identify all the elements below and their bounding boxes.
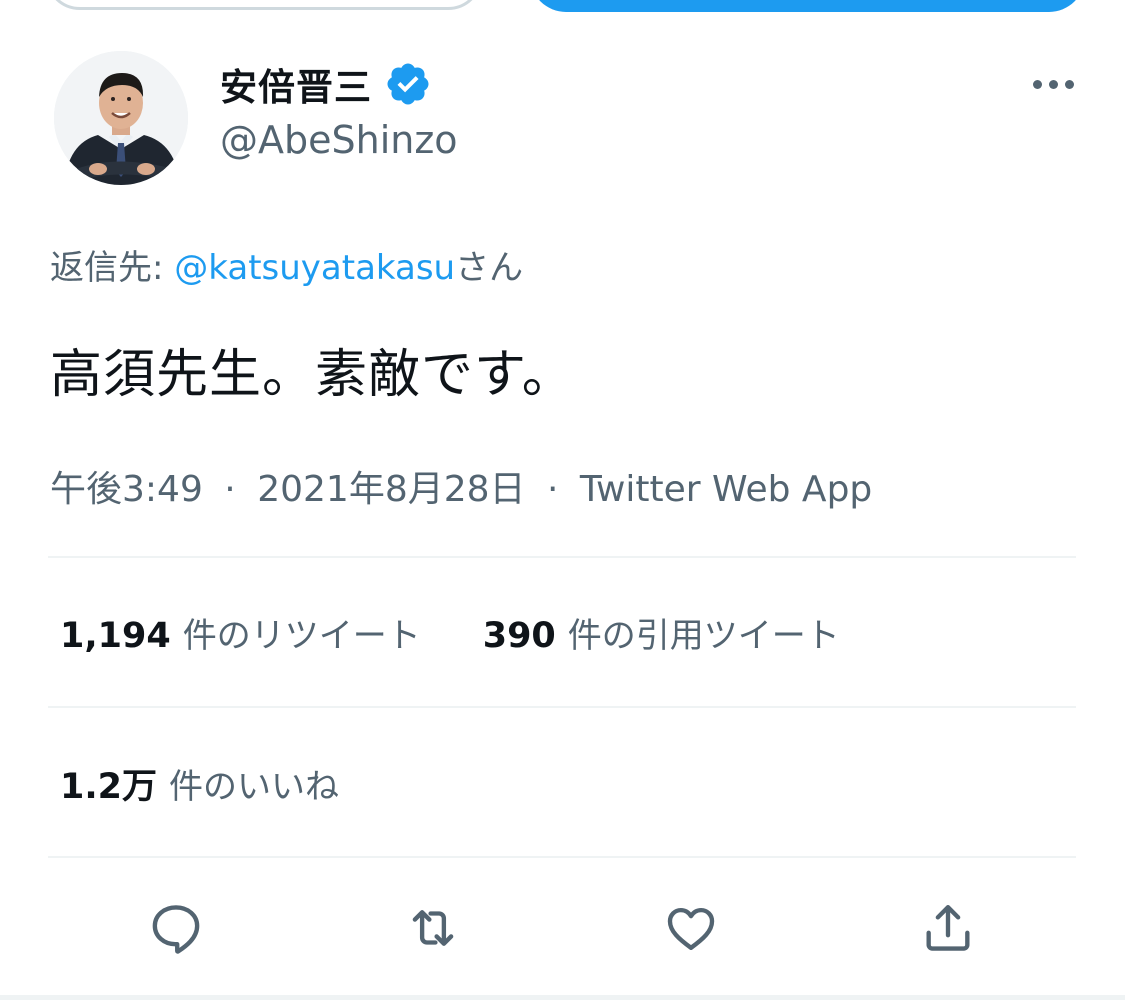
like-button[interactable] [658, 895, 724, 961]
tweet-text: 高須先生。素敵です。 [50, 345, 575, 405]
tweet-source[interactable]: Twitter Web App [580, 469, 872, 510]
retweets-stat[interactable]: 1,194 件のリツイート [60, 608, 421, 657]
meta-separator: · [547, 469, 559, 510]
divider [48, 556, 1076, 558]
reply-icon [152, 905, 200, 954]
top-primary-button[interactable] [530, 0, 1085, 12]
tweet-date[interactable]: 2021年8月28日 [257, 469, 525, 510]
author-handle[interactable]: @AbeShinzo [220, 118, 458, 162]
reply-suffix: さん [455, 248, 524, 288]
avatar[interactable] [54, 51, 188, 185]
tweet-action-bar [0, 895, 1125, 965]
tweet-time[interactable]: 午後3:49 [50, 469, 203, 510]
top-outline-button[interactable] [45, 0, 483, 10]
like-icon [667, 907, 715, 950]
divider [48, 856, 1076, 858]
more-horizontal-icon[interactable] [1025, 70, 1081, 98]
reply-mention-link[interactable]: @katsuyatakasu [174, 248, 455, 288]
more-dot [1032, 79, 1042, 89]
likes-stat[interactable]: 1.2万 件のいいね [60, 758, 339, 809]
reply-context: 返信先: @katsuyatakasuさん [50, 240, 523, 289]
share-icon [926, 905, 970, 951]
verified-badge-icon [387, 63, 429, 105]
retweets-label: 件のリツイート [182, 616, 421, 656]
reply-prefix: 返信先: [50, 248, 175, 288]
more-dot [1048, 79, 1058, 89]
stats-row: 1,194 件のリツイート 390 件の引用ツイート [60, 608, 840, 657]
tweet-detail-page: 安倍晋三 @AbeShinzo 返信先: @katsuyatakasuさん 高須… [0, 0, 1125, 1000]
divider [48, 706, 1076, 708]
quotes-count: 390 [482, 616, 556, 656]
quotes-stat[interactable]: 390 件の引用ツイート [483, 608, 840, 657]
tweet-meta: 午後3:49 · 2021年8月28日 · Twitter Web App [50, 460, 872, 512]
likes-count: 1.2万 [60, 767, 158, 807]
retweet-button[interactable] [400, 895, 466, 961]
author-name-row[interactable]: 安倍晋三 [220, 58, 432, 110]
retweet-icon [412, 910, 454, 946]
share-button[interactable] [915, 895, 981, 961]
meta-separator: · [224, 469, 236, 510]
author-display-name[interactable]: 安倍晋三 [220, 57, 372, 111]
retweets-count: 1,194 [60, 616, 171, 656]
likes-label: 件のいいね [169, 767, 340, 807]
more-dot [1064, 79, 1074, 89]
quotes-label: 件の引用ツイート [567, 616, 840, 656]
reply-button[interactable] [143, 895, 209, 961]
bottom-divider [0, 995, 1125, 1000]
